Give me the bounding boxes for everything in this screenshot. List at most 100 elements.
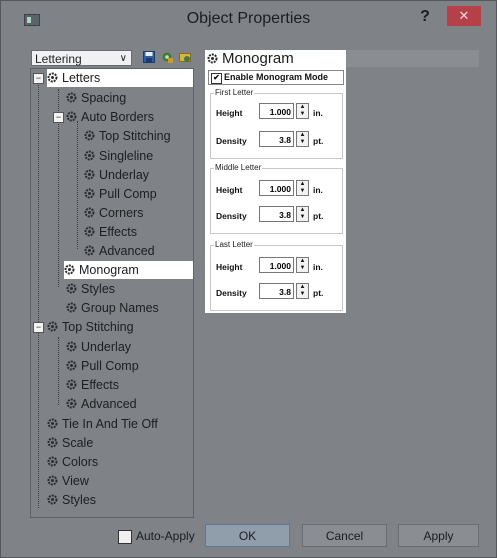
title-bar: Object Properties ? ✕ (1, 1, 496, 37)
tree-item-label: Top Stitching (99, 129, 171, 143)
collapse-top-stitching-toggle[interactable]: − (33, 322, 44, 333)
middle-letter-title: Middle Letter (214, 163, 263, 172)
tree-item-underlay[interactable]: Underlay (84, 166, 149, 184)
gear-icon (84, 169, 95, 180)
first-density-label: Density (216, 136, 247, 146)
tree-item-effects[interactable]: Effects (84, 223, 137, 241)
tree-item-label: Styles (62, 493, 97, 507)
gear-icon (47, 321, 58, 332)
folder-gear-icon[interactable] (179, 51, 191, 63)
tree-item-label: Group Names (81, 301, 159, 315)
middle-density-input[interactable]: 3.8 (259, 206, 294, 222)
collapse-letters-toggle[interactable]: − (33, 73, 44, 84)
tree-item-tie-in[interactable]: Tie In And Tie Off (47, 415, 158, 433)
auto-apply-label: Auto-Apply (136, 529, 195, 543)
tree-item-top-stitching[interactable]: Top Stitching (84, 127, 171, 145)
tree-item-pull-comp[interactable]: Pull Comp (84, 185, 157, 203)
gear-icon (84, 150, 95, 161)
ok-button[interactable]: OK (205, 524, 290, 547)
middle-density-label: Density (216, 211, 247, 221)
cancel-button[interactable]: Cancel (302, 524, 387, 547)
tree-item-letters[interactable]: Letters (47, 69, 193, 87)
tree-item-ts-effects[interactable]: Effects (66, 376, 119, 394)
gear-icon (47, 475, 58, 486)
spin-down-icon[interactable]: ▼ (297, 188, 308, 195)
tree-item-label: Colors (62, 455, 99, 469)
tree-item-ts-advanced[interactable]: Advanced (66, 395, 137, 413)
gear-icon (84, 207, 95, 218)
tree-item-top-stitching-root[interactable]: Top Stitching (47, 318, 134, 336)
category-dropdown-value: Lettering (35, 52, 82, 66)
tree-item-singleline[interactable]: Singleline (84, 147, 153, 165)
tree-item-colors[interactable]: Colors (47, 453, 98, 471)
spin-down-icon[interactable]: ▼ (297, 291, 308, 298)
tree-item-auto-borders[interactable]: Auto Borders (66, 108, 154, 126)
last-height-spinner[interactable]: ▲ ▼ (296, 257, 309, 273)
property-tree[interactable]: − Letters Spacing − Auto Borders Top Sti… (30, 68, 194, 518)
chevron-down-icon: ∨ (119, 53, 127, 64)
enable-monogram-checkbox[interactable]: ✔ Enable Monogram Mode (208, 70, 344, 85)
tree-item-label: Auto Borders (81, 110, 154, 124)
spin-up-icon[interactable]: ▲ (297, 181, 308, 188)
collapse-auto-borders-toggle[interactable]: − (53, 112, 64, 123)
first-height-input[interactable]: 1.000 (259, 103, 294, 119)
spin-up-icon[interactable]: ▲ (297, 207, 308, 214)
tree-item-label: Effects (99, 225, 137, 239)
middle-height-input[interactable]: 1.000 (259, 180, 294, 196)
tree-item-label: Tie In And Tie Off (62, 417, 158, 431)
tree-item-spacing[interactable]: Spacing (66, 89, 126, 107)
tree-item-view[interactable]: View (47, 472, 89, 490)
tree-item-ts-underlay[interactable]: Underlay (66, 338, 131, 356)
tree-item-corners[interactable]: Corners (84, 204, 143, 222)
tree-item-label: View (62, 474, 89, 488)
close-button[interactable]: ✕ (447, 6, 481, 26)
tree-item-label: Effects (81, 378, 119, 392)
tree-item-group-names[interactable]: Group Names (66, 299, 159, 317)
first-density-spinner[interactable]: ▲ ▼ (296, 131, 309, 147)
tree-item-advanced[interactable]: Advanced (84, 242, 155, 260)
spin-down-icon[interactable]: ▼ (297, 214, 308, 221)
tree-guide-line (58, 337, 59, 405)
save-icon[interactable] (143, 51, 155, 63)
auto-apply-checkbox[interactable]: Auto-Apply (118, 529, 195, 544)
tree-item-ts-pull-comp[interactable]: Pull Comp (66, 357, 139, 375)
last-height-label: Height (216, 262, 243, 272)
gear-icon (47, 418, 58, 429)
gear-icon (84, 226, 95, 237)
spin-down-icon[interactable]: ▼ (297, 139, 308, 146)
help-button[interactable]: ? (415, 8, 435, 28)
tree-item-label: Underlay (81, 340, 132, 354)
tree-item-label: Top Stitching (62, 320, 134, 334)
category-dropdown[interactable]: Lettering ∨ (31, 50, 132, 66)
spin-down-icon[interactable]: ▼ (297, 265, 308, 272)
spin-down-icon[interactable]: ▼ (297, 111, 308, 118)
last-height-input[interactable]: 1.000 (259, 257, 294, 273)
monogram-panel: ✔ Enable Monogram Mode First Letter Heigh… (205, 67, 346, 313)
gear-icon (66, 379, 77, 390)
tree-item-monogram[interactable]: Monogram (64, 261, 193, 279)
apply-button[interactable]: Apply (398, 524, 479, 547)
tree-item-label: Scale (62, 436, 94, 450)
first-height-label: Height (216, 108, 243, 118)
spin-up-icon[interactable]: ▲ (297, 258, 308, 265)
monogram-panel-header: Monogram (205, 50, 346, 67)
tree-item-label: Letters (62, 71, 101, 85)
first-density-input[interactable]: 3.8 (259, 131, 294, 147)
tree-item-scale[interactable]: Scale (47, 434, 93, 452)
spin-up-icon[interactable]: ▲ (297, 284, 308, 291)
tree-item-label: Pull Comp (81, 359, 139, 373)
middle-density-spinner[interactable]: ▲ ▼ (296, 206, 309, 222)
spin-up-icon[interactable]: ▲ (297, 104, 308, 111)
last-density-input[interactable]: 3.8 (259, 283, 294, 299)
last-density-spinner[interactable]: ▲ ▼ (296, 283, 309, 299)
middle-height-spinner[interactable]: ▲ ▼ (296, 180, 309, 196)
tree-item-label: Monogram (79, 263, 139, 277)
spin-up-icon[interactable]: ▲ (297, 132, 308, 139)
tree-item-label: Pull Comp (99, 187, 157, 201)
first-density-unit: pt. (313, 136, 324, 146)
first-height-spinner[interactable]: ▲ ▼ (296, 103, 309, 119)
last-letter-title: Last Letter (214, 240, 254, 249)
tree-gear-icon[interactable] (161, 51, 173, 63)
tree-item-styles-root[interactable]: Styles (47, 491, 96, 509)
tree-item-styles[interactable]: Styles (66, 280, 115, 298)
